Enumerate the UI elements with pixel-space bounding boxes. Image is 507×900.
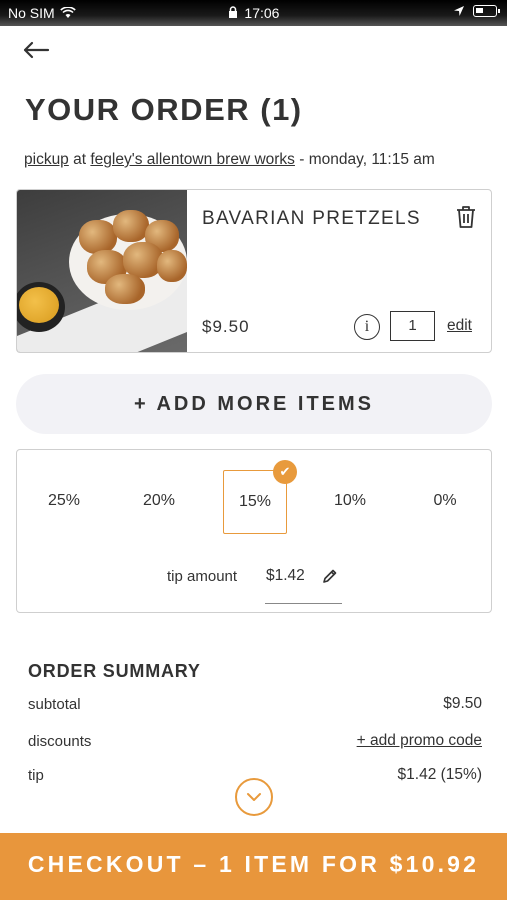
discounts-label: discounts — [28, 733, 92, 750]
page-title: YOUR ORDER (1) — [25, 92, 303, 127]
trash-icon — [457, 206, 475, 228]
clock-time: 17:06 — [244, 5, 280, 21]
item-image — [17, 190, 187, 352]
tip-label: tip — [28, 767, 44, 784]
battery-icon — [473, 5, 500, 17]
tip-option-25[interactable]: 25% — [32, 470, 96, 534]
arrow-left-icon — [23, 41, 50, 59]
pickup-at-text: at — [73, 151, 87, 168]
back-button[interactable] — [22, 36, 56, 66]
tip-option-10[interactable]: 10% — [318, 470, 382, 534]
order-summary-heading: ORDER SUMMARY — [28, 661, 201, 681]
quantity-input[interactable]: 1 — [390, 311, 435, 341]
pickup-mode-link[interactable]: pickup — [24, 151, 69, 168]
check-icon: ✔ — [273, 460, 297, 484]
tip-selector: 25% 20% 15% ✔ 10% 0% tip amount $1.42 — [16, 449, 492, 613]
scroll-down-button[interactable] — [235, 778, 273, 816]
chevron-down-icon — [247, 793, 261, 801]
subtotal-value: $9.50 — [443, 695, 482, 712]
add-more-items-button[interactable]: + ADD MORE ITEMS — [16, 374, 492, 434]
info-button[interactable]: i — [354, 314, 380, 340]
tip-amount-underline — [265, 603, 342, 604]
tip-option-0[interactable]: 0% — [413, 470, 477, 534]
tip-amount-value[interactable]: $1.42 — [266, 567, 305, 585]
edit-item-link[interactable]: edit — [447, 317, 472, 335]
tip-summary-value: $1.42 (15%) — [397, 766, 482, 783]
location-arrow-icon — [454, 6, 464, 16]
add-promo-code-link[interactable]: + add promo code — [357, 732, 482, 750]
subtotal-label: subtotal — [28, 696, 81, 713]
delete-item-button[interactable] — [455, 205, 477, 229]
pickup-time-text: - monday, 11:15 am — [299, 151, 435, 168]
pickup-info: pickup at fegley's allentown brew works … — [24, 151, 435, 169]
status-bar: No SIM 17:06 — [0, 0, 507, 26]
cart-item-card: BAVARIAN PRETZELS $9.50 i 1 edit — [16, 189, 492, 353]
tip-option-20[interactable]: 20% — [127, 470, 191, 534]
lock-icon — [228, 6, 237, 18]
checkout-button[interactable]: CHECKOUT – 1 ITEM FOR $10.92 — [0, 833, 507, 900]
pickup-location-link[interactable]: fegley's allentown brew works — [90, 151, 295, 168]
tip-amount-label: tip amount — [167, 568, 238, 585]
pencil-icon[interactable] — [322, 568, 338, 584]
item-price: $9.50 — [202, 317, 250, 336]
item-name: BAVARIAN PRETZELS — [202, 208, 421, 229]
